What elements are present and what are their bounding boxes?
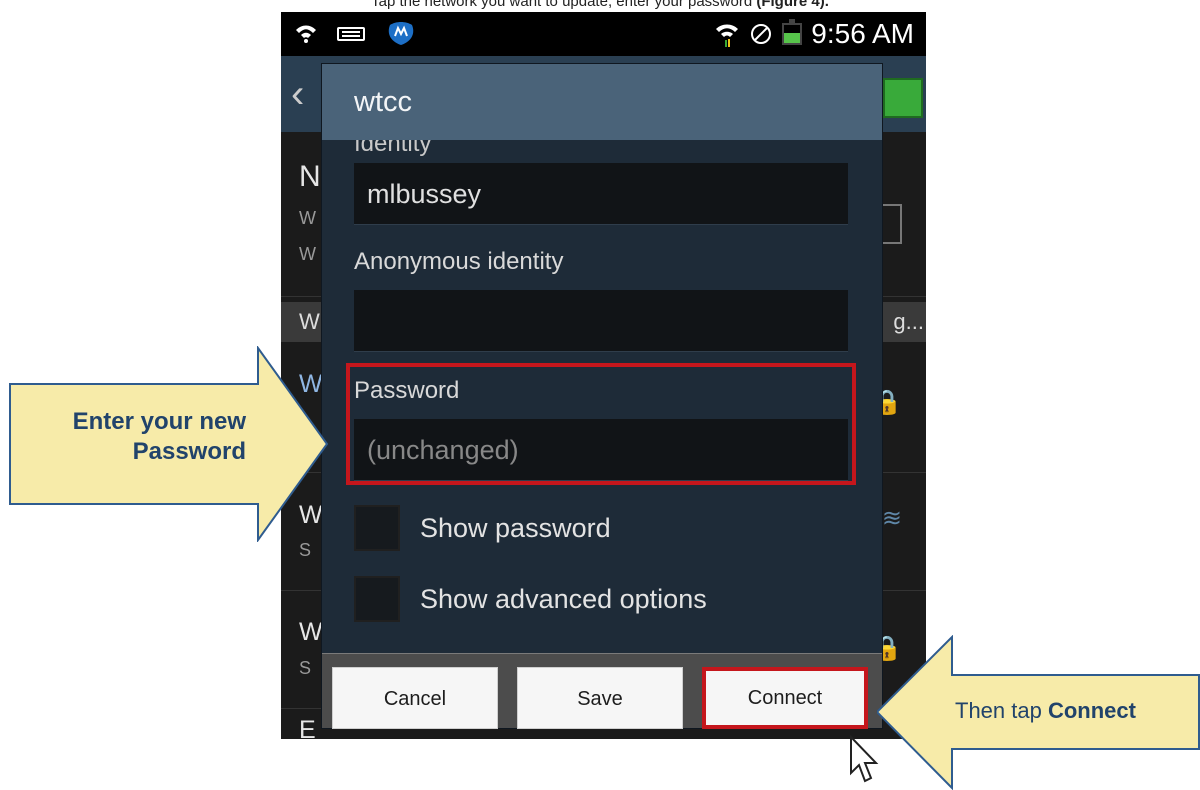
callout-right-bold: Connect — [1047, 698, 1136, 723]
background-row-subtitle: W — [299, 244, 316, 264]
background-row-subtitle: S — [299, 540, 312, 560]
signal-icon — [714, 20, 740, 48]
background-row-letter: W — [299, 618, 323, 646]
status-left-icons — [294, 20, 418, 48]
status-time: 9:56 AM — [811, 18, 914, 49]
show-password-option[interactable]: Show password — [354, 505, 611, 551]
status-bar: 9:56 AM — [281, 12, 926, 56]
instruction-figure: Tap the network you want to update, ente… — [0, 0, 1200, 790]
background-row-letter: E — [299, 716, 316, 739]
dialog-button-bar: Cancel Save Connect — [322, 653, 882, 729]
caption-figure-reference: (Figure 4). — [756, 0, 829, 10]
tap-connect-callout-text: Then tap Connect — [955, 696, 1195, 726]
figure-caption: Tap the network you want to update, ente… — [0, 0, 1200, 10]
dialog-form: Identity mlbussey Anonymous identity Pas… — [322, 140, 882, 653]
back-icon[interactable]: ‹ — [291, 74, 304, 114]
wifi-network-dialog: wtcc Identity mlbussey Anonymous identit… — [322, 64, 882, 729]
wifi-toggle[interactable] — [883, 78, 923, 118]
malwarebytes-icon — [384, 20, 418, 48]
show-password-checkbox[interactable] — [354, 505, 400, 551]
callout-left-line-1: Enter your new — [72, 408, 246, 435]
callout-right-prefix: Then tap — [955, 698, 1048, 723]
background-row-subtitle: W — [299, 208, 316, 228]
keyboard-icon — [336, 24, 366, 44]
mouse-pointer-icon — [845, 734, 879, 787]
identity-label: Identity — [354, 140, 432, 157]
phone-screenshot: 9:56 AM ‹ N W W W g... W 🔒 W S ≋ W S 🔒 E… — [281, 12, 926, 739]
background-wifi-icon: ≋ — [881, 505, 902, 532]
background-row-letter: N — [299, 160, 321, 193]
connect-button[interactable]: Connect — [702, 667, 868, 729]
battery-icon — [782, 19, 803, 45]
password-label: Password — [354, 377, 460, 404]
dialog-title: wtcc — [322, 64, 882, 140]
enter-password-callout-text: Enter your new Password — [36, 407, 246, 467]
background-section-right: g... — [893, 309, 924, 334]
password-field[interactable]: (unchanged) — [354, 419, 848, 481]
wifi-icon — [294, 22, 318, 46]
show-password-label: Show password — [420, 512, 611, 543]
anonymous-identity-label: Anonymous identity — [354, 248, 564, 275]
background-section-left: W — [299, 309, 320, 334]
status-right-icons: 9:56 AM — [714, 18, 914, 50]
save-button[interactable]: Save — [517, 667, 683, 729]
do-not-disturb-icon — [749, 22, 773, 46]
show-advanced-options-checkbox[interactable] — [354, 576, 400, 622]
background-row-subtitle: S — [299, 658, 312, 678]
identity-field[interactable]: mlbussey — [354, 163, 848, 225]
caption-text: Tap the network you want to update, ente… — [371, 0, 753, 10]
show-advanced-options-label: Show advanced options — [420, 583, 707, 614]
anonymous-identity-field[interactable] — [354, 290, 848, 352]
show-advanced-options-option[interactable]: Show advanced options — [354, 576, 707, 622]
cancel-button[interactable]: Cancel — [332, 667, 498, 729]
callout-left-line-2: Password — [132, 438, 246, 465]
